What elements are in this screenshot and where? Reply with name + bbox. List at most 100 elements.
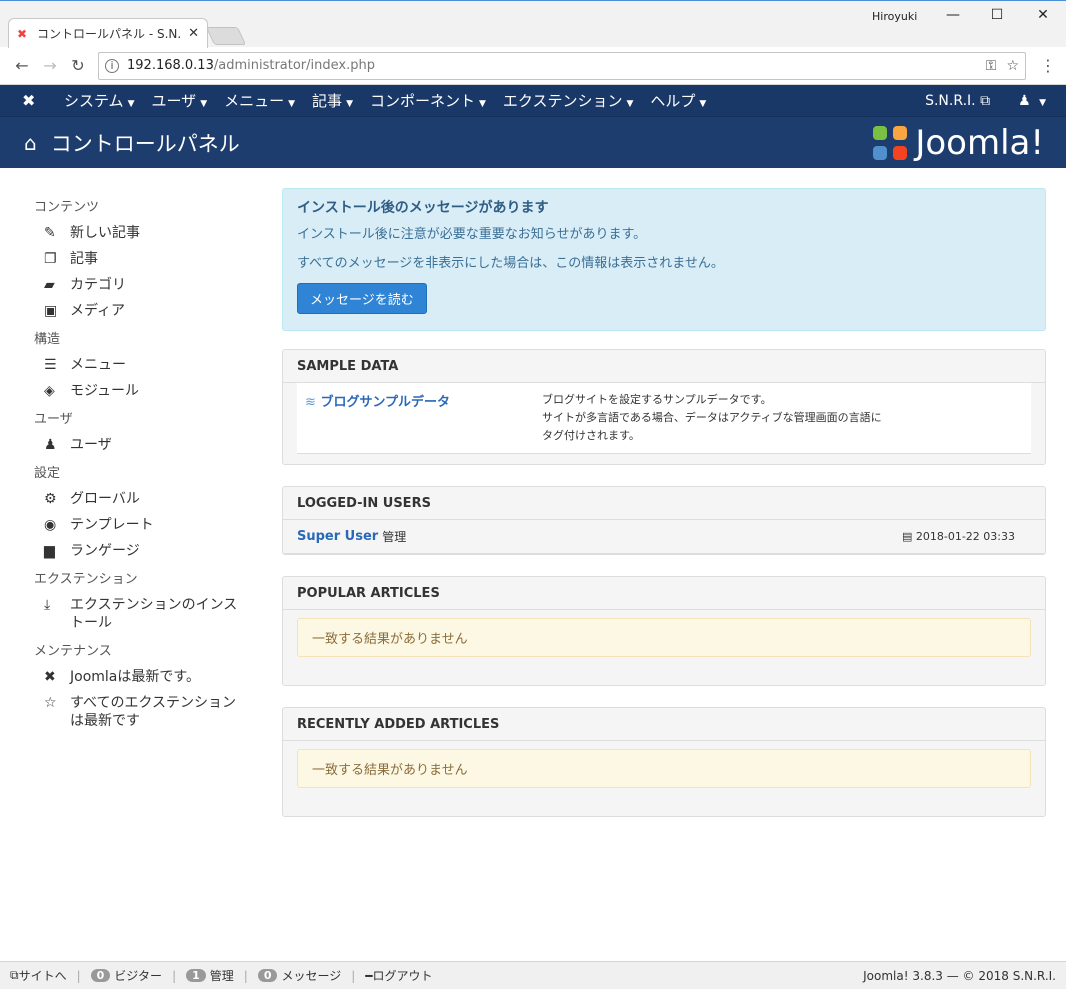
user-icon: ♟ bbox=[1018, 92, 1031, 109]
menu-system[interactable]: システム ▼ bbox=[64, 90, 134, 111]
users-icon: ♟ bbox=[44, 437, 57, 453]
joomla-brand-logo: Joomla! bbox=[871, 123, 1044, 163]
popular-articles-panel: POPULAR ARTICLES 一致する結果がありません bbox=[282, 576, 1046, 686]
status-badge: 0 bbox=[90, 969, 111, 982]
sidebar-heading: ユーザ bbox=[34, 412, 73, 427]
close-tab-icon[interactable]: ✕ bbox=[188, 26, 199, 41]
sidebar-heading: 構造 bbox=[34, 332, 61, 347]
user-link[interactable]: Super User bbox=[297, 529, 378, 544]
table-row: Super User 管理 ▤ 2018-01-22 03:33 bbox=[283, 520, 1045, 554]
comments-icon: ▆ bbox=[44, 543, 55, 559]
caret-down-icon: ▼ bbox=[346, 99, 353, 109]
folder-icon: ▰ bbox=[44, 277, 55, 293]
user-role: 管理 bbox=[382, 530, 407, 544]
back-icon[interactable]: ← bbox=[8, 56, 36, 75]
pencil-icon: ✎ bbox=[44, 225, 56, 241]
profile-name[interactable]: Hiroyuki bbox=[872, 10, 917, 23]
blog-sample-data-link[interactable]: ≋ ブログサンプルデータ bbox=[305, 391, 542, 445]
sidebar-item-modules[interactable]: ◈ モジュール bbox=[34, 382, 282, 400]
image-icon: ▣ bbox=[44, 303, 58, 319]
sidebar-item-joomla-uptodate[interactable]: ✖ Joomlaは最新です。 bbox=[34, 668, 282, 686]
reload-icon[interactable]: ↻ bbox=[64, 56, 92, 75]
forward-icon[interactable]: → bbox=[36, 56, 64, 75]
sidebar-item-new-article[interactable]: ✎ 新しい記事 bbox=[34, 224, 282, 242]
sidebar-section-settings: 設定 ⚙ グローバル ◉ テンプレート ▆ ランゲージ bbox=[34, 462, 282, 560]
messages-link[interactable]: 0 メッセージ bbox=[257, 967, 341, 984]
sidebar-heading: エクステンション bbox=[34, 572, 138, 587]
url-host: 192.168.0.13 bbox=[127, 58, 214, 73]
postinstall-alert: インストール後のメッセージがあります インストール後に注意が必要な重要なお知らせ… bbox=[282, 188, 1046, 331]
close-window-icon[interactable]: ✕ bbox=[1020, 4, 1066, 26]
user-menu[interactable]: ♟ ▼ bbox=[1018, 93, 1046, 109]
list-item: ≋ ブログサンプルデータ ブログサイトを設定するサンプルデータです。 サイトが多… bbox=[297, 383, 1031, 454]
joomla-logo-icon[interactable]: ✖ bbox=[22, 91, 42, 110]
sidebar-section-structure: 構造 ☰ メニュー ◈ モジュール bbox=[34, 328, 282, 400]
visitors-link[interactable]: 0 ビジター bbox=[90, 967, 162, 984]
admins-link[interactable]: 1 管理 bbox=[186, 967, 234, 984]
sidebar: コンテンツ ✎ 新しい記事 ❐ 記事 ▰ カテゴリ ▣ メディア 構造 ☰ メニュー ◈ モ… bbox=[0, 188, 282, 838]
caret-down-icon: ▼ bbox=[1039, 97, 1046, 108]
joomla-icon: ✖ bbox=[44, 669, 56, 685]
external-link-icon: ⧉ bbox=[980, 92, 991, 109]
url-path: /administrator/index.php bbox=[213, 58, 375, 73]
list-icon: ☰ bbox=[44, 357, 57, 373]
sidebar-item-extensions-uptodate[interactable]: ☆ すべてのエクステンションは最新です bbox=[34, 694, 282, 730]
sample-data-panel: SAMPLE DATA ≋ ブログサンプルデータ ブログサイトを設定するサンプル… bbox=[282, 349, 1046, 465]
caret-down-icon: ▼ bbox=[479, 99, 486, 109]
download-icon: ⤓ bbox=[44, 597, 51, 613]
page-header: ⌂ コントロールパネル Joomla! bbox=[0, 116, 1066, 168]
no-results-message: 一致する結果がありません bbox=[297, 749, 1031, 788]
browser-menu-icon[interactable]: ⋮ bbox=[1038, 56, 1058, 75]
no-results-message: 一致する結果がありません bbox=[297, 618, 1031, 657]
tab-title: コントロールパネル - S.N.R.I. bbox=[37, 27, 182, 41]
star-icon: ☆ bbox=[44, 695, 57, 711]
status-badge: 1 bbox=[186, 969, 206, 982]
caret-down-icon: ▼ bbox=[288, 99, 296, 109]
sidebar-item-articles[interactable]: ❐ 記事 bbox=[34, 250, 282, 268]
logout-link[interactable]: ━ ログアウト bbox=[365, 967, 432, 984]
sidebar-item-templates[interactable]: ◉ テンプレート bbox=[34, 516, 282, 534]
eye-icon: ◉ bbox=[44, 517, 57, 533]
browser-titlebar: ✖ コントロールパネル - S.N.R.I. ✕ Hiroyuki — ☐ ✕ bbox=[0, 0, 1066, 48]
login-date: ▤ 2018-01-22 03:33 bbox=[901, 530, 1015, 543]
bookmark-star-icon[interactable]: ☆ bbox=[1006, 58, 1019, 74]
url-input[interactable]: i 192.168.0.13/administrator/index.php ⚿… bbox=[98, 51, 1026, 80]
sidebar-item-categories[interactable]: ▰ カテゴリ bbox=[34, 276, 282, 294]
panel-heading: RECENTLY ADDED ARTICLES bbox=[283, 708, 1045, 741]
caret-down-icon: ▼ bbox=[699, 99, 707, 109]
sidebar-heading: コンテンツ bbox=[34, 200, 100, 215]
joomla-favicon-icon: ✖ bbox=[17, 26, 28, 41]
site-link[interactable]: S.N.R.I. ⧉ bbox=[925, 93, 990, 109]
minus-icon: ━ bbox=[365, 968, 373, 983]
recent-articles-panel: RECENTLY ADDED ARTICLES 一致する結果がありません bbox=[282, 707, 1046, 817]
maximize-icon[interactable]: ☐ bbox=[974, 4, 1020, 26]
caret-down-icon: ▼ bbox=[200, 99, 208, 109]
menu-extensions[interactable]: エクステンション ▼ bbox=[503, 90, 633, 111]
cog-icon: ⚙ bbox=[44, 491, 57, 507]
sidebar-item-install-extensions[interactable]: ⤓ エクステンションのインストール bbox=[34, 596, 282, 632]
menu-components[interactable]: コンポーネント ▼ bbox=[370, 90, 486, 111]
key-icon[interactable]: ⚿ bbox=[986, 58, 997, 74]
sidebar-item-languages[interactable]: ▆ ランゲージ bbox=[34, 542, 282, 560]
sample-description: ブログサイトを設定するサンプルデータです。 サイトが多言語である場合、データはア… bbox=[542, 393, 882, 442]
info-icon[interactable]: i bbox=[105, 58, 119, 73]
sidebar-item-media[interactable]: ▣ メディア bbox=[34, 302, 282, 320]
read-messages-button[interactable]: メッセージを読む bbox=[297, 283, 427, 314]
sidebar-item-global[interactable]: ⚙ グローバル bbox=[34, 490, 282, 508]
admin-menubar: ✖ システム ▼ ユーザ ▼ メニュー ▼ 記事 ▼ コンポーネント ▼ エクステンション… bbox=[0, 85, 1066, 116]
sidebar-item-users[interactable]: ♟ ユーザ bbox=[34, 436, 282, 454]
view-site-link[interactable]: ⧉ サイトへ bbox=[10, 967, 67, 984]
menu-users[interactable]: ユーザ ▼ bbox=[151, 90, 207, 111]
menu-menus[interactable]: メニュー ▼ bbox=[224, 90, 295, 111]
menu-content[interactable]: 記事 ▼ bbox=[312, 90, 353, 111]
status-footer: ⧉ サイトへ | 0 ビジター | 1 管理 | 0 メッセージ | ━ ログアウト … bbox=[0, 961, 1066, 989]
version-text: Joomla! 3.8.3 — © 2018 S.N.R.I. bbox=[863, 968, 1056, 983]
sidebar-item-menus[interactable]: ☰ メニュー bbox=[34, 356, 282, 374]
new-tab-button[interactable] bbox=[205, 27, 247, 45]
minimize-icon[interactable]: — bbox=[930, 4, 976, 26]
menu-help[interactable]: ヘルプ ▼ bbox=[650, 90, 706, 111]
stack-icon: ❐ bbox=[44, 251, 57, 267]
cube-icon: ◈ bbox=[44, 383, 55, 399]
alert-text: すべてのメッセージを非表示にした場合は、この情報は表示されません。 bbox=[297, 256, 724, 271]
browser-tab[interactable]: ✖ コントロールパネル - S.N.R.I. ✕ bbox=[8, 18, 208, 48]
